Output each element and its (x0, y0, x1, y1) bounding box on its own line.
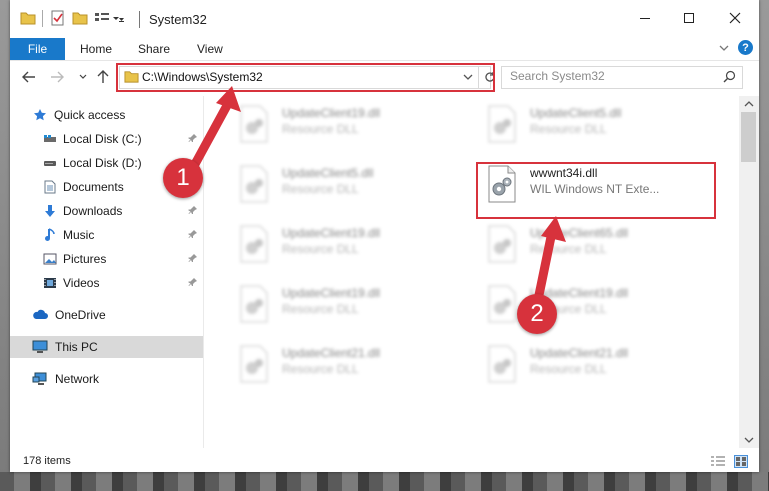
step-1-callout: 1 (163, 158, 203, 198)
annotation-arrows (189, 86, 566, 305)
arrow-to-address (189, 95, 235, 171)
step-2-callout: 2 (517, 294, 557, 334)
arrow-head-to-file (541, 216, 566, 242)
arrow-to-file (533, 227, 557, 305)
